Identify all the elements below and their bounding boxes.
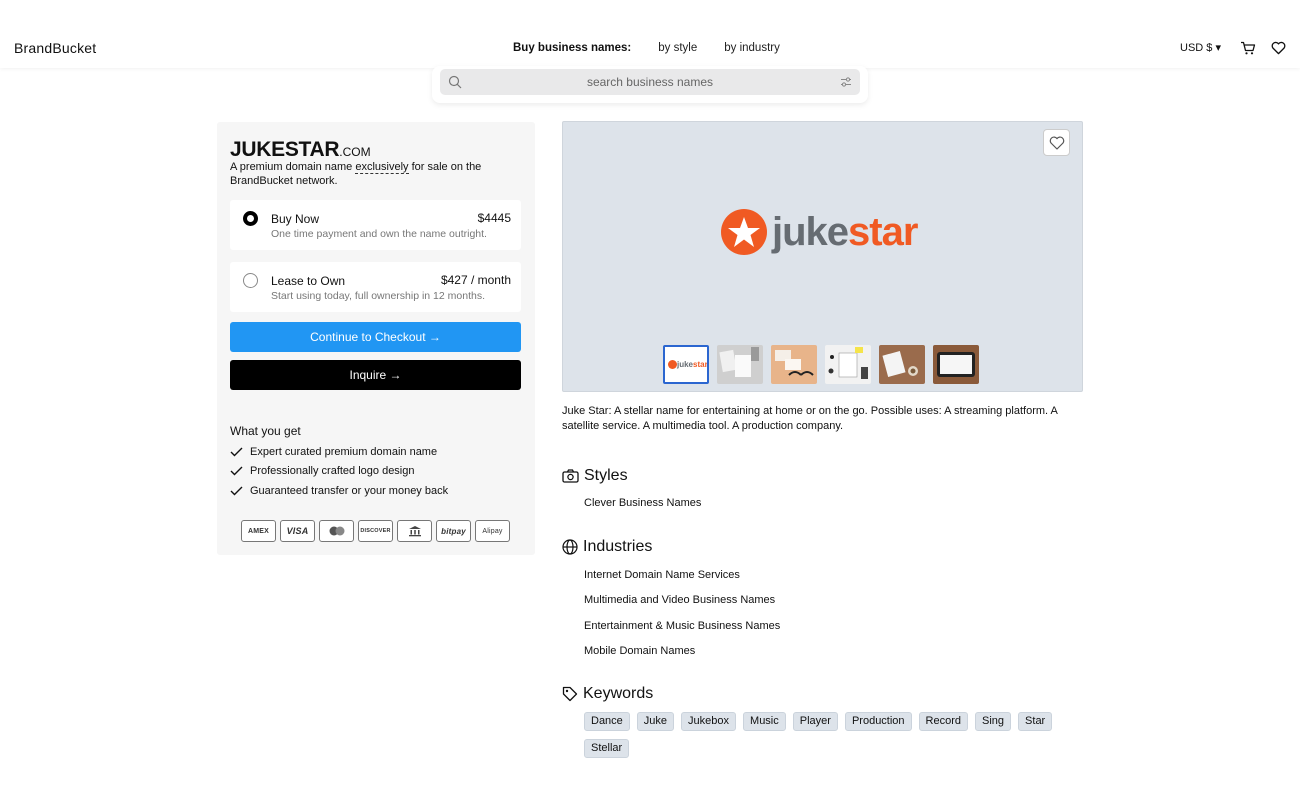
industries-title: Industries <box>583 538 653 555</box>
industry-link[interactable]: Internet Domain Name Services <box>584 569 740 581</box>
currency-selector[interactable]: USD $ ▾ <box>1180 41 1221 54</box>
keyword-tag[interactable]: Sing <box>975 712 1012 731</box>
keyword-tag[interactable]: Record <box>918 712 969 731</box>
visa-logo: VISA <box>280 520 315 542</box>
bank-transfer-icon <box>397 520 432 542</box>
top-header: BrandBucket Buy business names: by style… <box>0 0 1300 68</box>
keyword-tag[interactable]: Jukebox <box>681 712 737 731</box>
cart-icon[interactable] <box>1240 41 1256 55</box>
checkmark-icon <box>230 466 243 476</box>
what-you-get-heading: What you get <box>230 424 301 438</box>
heart-icon <box>1049 136 1064 150</box>
main-nav: Buy business names: by style by industry <box>513 42 807 54</box>
lease-to-own-option[interactable]: Lease to Own Start using today, full own… <box>230 262 521 312</box>
jukestar-logo: jukestar <box>720 208 918 256</box>
wordmark-juke: juke <box>772 209 849 254</box>
domain-tld: .COM <box>339 145 371 159</box>
what-you-get-list: Expert curated premium domain name Profe… <box>230 442 448 501</box>
industries-heading: Industries <box>562 538 652 556</box>
globe-icon <box>562 539 578 555</box>
logo-preview-panel: jukestar juke star <box>562 121 1083 392</box>
lease-to-own-radio[interactable] <box>243 273 258 288</box>
subtitle-text-a: A premium domain name <box>230 161 356 173</box>
purchase-card: JUKESTAR.COM A premium domain name exclu… <box>217 122 535 555</box>
keyword-tag[interactable]: Star <box>1018 712 1053 731</box>
wordmark-star: star <box>848 209 918 254</box>
payment-methods: AMEX VISA DISCOVER bitpay Alipay <box>241 520 510 542</box>
thumbnail-logo[interactable]: juke star <box>663 345 709 384</box>
buy-now-option[interactable]: Buy Now One time payment and own the nam… <box>230 200 521 250</box>
filter-sliders-icon[interactable] <box>840 76 852 88</box>
mastercard-logo <box>319 520 354 542</box>
checkmark-icon <box>230 447 243 457</box>
nav-by-industry-link[interactable]: by industry <box>724 42 780 54</box>
checkmark-icon <box>230 486 243 496</box>
buy-now-label: Buy Now <box>271 212 320 226</box>
keyword-tag[interactable]: Stellar <box>584 739 630 758</box>
search-icon <box>448 75 462 89</box>
brandbucket-logo[interactable]: BrandBucket <box>14 40 96 56</box>
lease-to-own-description: Start using today, full ownership in 12 … <box>271 290 486 302</box>
thumbnail-mockup-wood[interactable] <box>879 345 925 384</box>
lease-to-own-price: $427 / month <box>440 273 511 287</box>
keyword-tag[interactable]: Player <box>792 712 838 731</box>
jukestar-wordmark: jukestar <box>772 209 918 255</box>
bitpay-logo: bitpay <box>436 520 471 542</box>
styles-title: Styles <box>584 467 628 484</box>
search-bar <box>440 69 860 95</box>
benefit-text: Professionally crafted logo design <box>250 465 415 478</box>
lease-to-own-label: Lease to Own <box>271 274 346 288</box>
keyword-tag[interactable]: Juke <box>636 712 675 731</box>
thumbnail-mockup-glasses[interactable] <box>771 345 817 384</box>
inquire-button[interactable]: Inquire → <box>230 360 521 390</box>
amex-logo: AMEX <box>241 520 276 542</box>
domain-subtitle: A premium domain name exclusively for sa… <box>230 160 500 188</box>
thumbnail-mockup-tablet[interactable] <box>933 345 979 384</box>
camera-icon <box>562 469 579 483</box>
preview-thumbnails: juke star <box>663 345 979 384</box>
keywords-heading: Keywords <box>562 685 653 703</box>
domain-description: Juke Star: A stellar name for entertaini… <box>562 405 1058 432</box>
style-link[interactable]: Clever Business Names <box>584 497 701 509</box>
list-item: Professionally crafted logo design <box>230 462 448 482</box>
thumbnail-mockup-desk[interactable] <box>717 345 763 384</box>
benefit-text: Guaranteed transfer or your money back <box>250 484 449 497</box>
discover-logo: DISCOVER <box>358 520 393 542</box>
buy-now-radio[interactable] <box>243 211 258 226</box>
list-item: Guaranteed transfer or your money back <box>230 481 448 501</box>
benefit-text: Expert curated premium domain name <box>250 445 438 458</box>
buy-now-description: One time payment and own the name outrig… <box>271 228 487 240</box>
favorite-button[interactable] <box>1043 129 1070 156</box>
favorites-heart-icon[interactable] <box>1271 41 1286 55</box>
search-input[interactable] <box>470 69 830 95</box>
buy-now-price: $4445 <box>477 211 511 225</box>
alipay-logo: Alipay <box>475 520 510 542</box>
list-item: Expert curated premium domain name <box>230 442 448 462</box>
search-bar-container <box>432 66 868 103</box>
industry-link[interactable]: Mobile Domain Names <box>584 645 695 657</box>
nav-by-style-link[interactable]: by style <box>658 42 697 54</box>
thumbnail-mockup-notebook[interactable] <box>825 345 871 384</box>
keywords-title: Keywords <box>583 685 654 702</box>
star-badge-icon <box>721 209 767 255</box>
keyword-tag[interactable]: Music <box>743 712 786 731</box>
domain-name: JUKESTAR <box>230 138 340 161</box>
industry-link[interactable]: Multimedia and Video Business Names <box>584 594 775 606</box>
keyword-tags: Dance Juke Jukebox Music Player Producti… <box>584 712 1054 758</box>
continue-to-checkout-button[interactable]: Continue to Checkout → <box>230 322 521 352</box>
nav-lead-label: Buy business names: <box>513 42 632 54</box>
keyword-tag[interactable]: Dance <box>584 712 630 731</box>
keyword-tag[interactable]: Production <box>844 712 912 731</box>
exclusively-tooltip-term[interactable]: exclusively <box>355 161 409 174</box>
domain-title: JUKESTAR.COM <box>230 138 371 162</box>
industry-link[interactable]: Entertainment & Music Business Names <box>584 620 780 632</box>
tag-icon <box>562 686 578 702</box>
styles-heading: Styles <box>562 467 628 485</box>
